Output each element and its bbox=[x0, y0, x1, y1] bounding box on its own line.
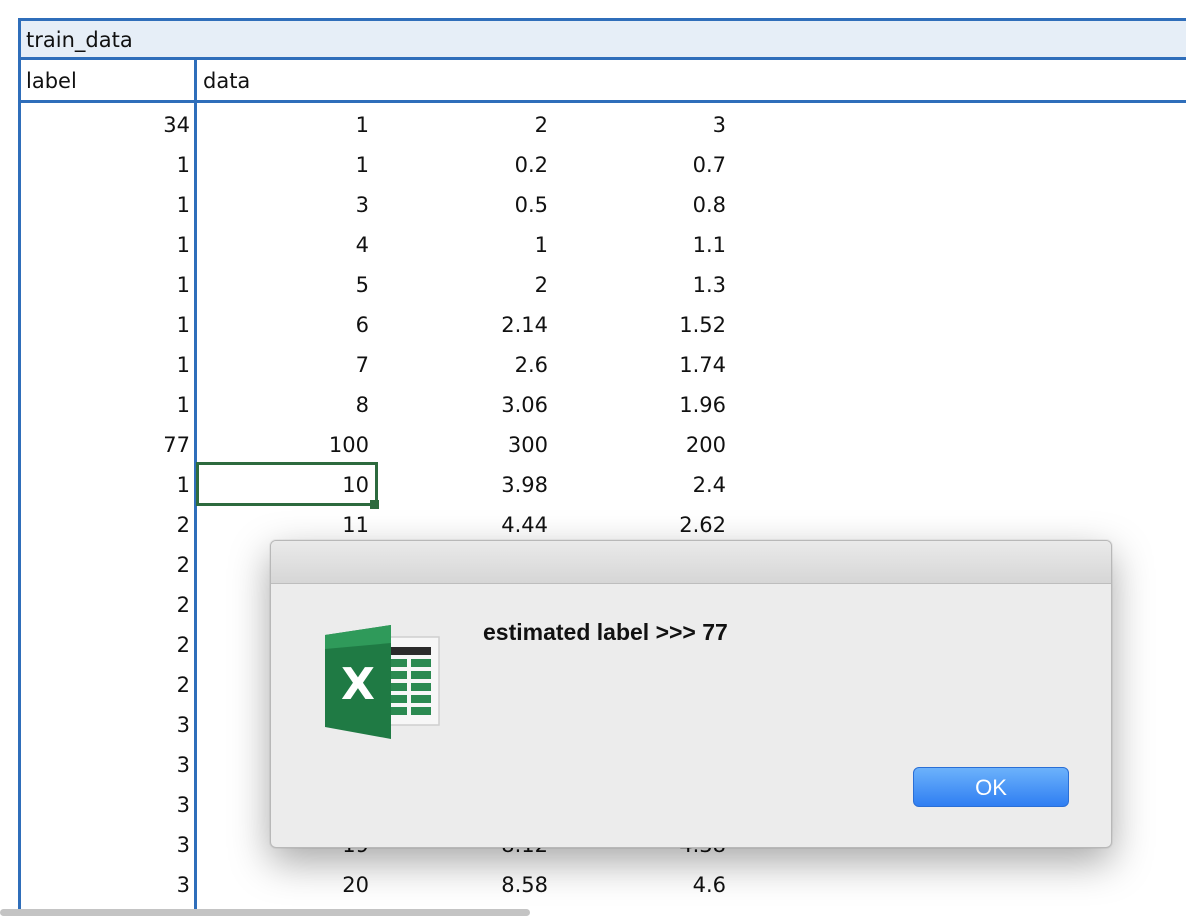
ok-button[interactable]: OK bbox=[913, 767, 1069, 807]
cell-c[interactable]: 2.4 bbox=[578, 465, 726, 505]
cell-c[interactable]: 3 bbox=[578, 105, 726, 145]
selected-cell[interactable] bbox=[196, 462, 378, 506]
cell-b[interactable]: 1 bbox=[398, 225, 548, 265]
cell-label[interactable]: 1 bbox=[18, 225, 190, 265]
cell-label[interactable]: 3 bbox=[18, 785, 190, 825]
cell-c[interactable]: 1.1 bbox=[578, 225, 726, 265]
column-header-label[interactable]: label bbox=[26, 60, 77, 102]
cell-label[interactable]: 34 bbox=[18, 105, 190, 145]
cell-b[interactable]: 0.2 bbox=[398, 145, 548, 185]
cell-b[interactable]: 8.58 bbox=[398, 865, 548, 905]
cell-c[interactable]: 0.7 bbox=[578, 145, 726, 185]
cell-label[interactable]: 1 bbox=[18, 185, 190, 225]
cell-b[interactable]: 2 bbox=[398, 105, 548, 145]
table-row: 1 8 3.06 1.96 bbox=[18, 385, 1186, 425]
cell-label[interactable]: 3 bbox=[18, 745, 190, 785]
cell-label[interactable]: 2 bbox=[18, 505, 190, 545]
cell-a[interactable]: 1 bbox=[214, 105, 369, 145]
cell-label[interactable]: 1 bbox=[18, 265, 190, 305]
cell-c[interactable]: 200 bbox=[578, 425, 726, 465]
table-row: 1 5 2 1.3 bbox=[18, 265, 1186, 305]
excel-icon: X bbox=[325, 625, 440, 739]
excel-app-icon: X bbox=[323, 623, 443, 743]
cell-a[interactable]: 5 bbox=[214, 265, 369, 305]
table-row: 1 10 3.98 2.4 bbox=[18, 465, 1186, 505]
column-header-data[interactable]: data bbox=[203, 60, 250, 102]
cell-a[interactable]: 3 bbox=[214, 185, 369, 225]
cell-c[interactable]: 1.96 bbox=[578, 385, 726, 425]
table-row: 2 11 4.44 2.62 bbox=[18, 505, 1186, 545]
cell-c[interactable]: 1.3 bbox=[578, 265, 726, 305]
fill-handle[interactable] bbox=[370, 500, 379, 509]
cell-a[interactable]: 1 bbox=[214, 145, 369, 185]
cell-label[interactable]: 1 bbox=[18, 305, 190, 345]
horizontal-scrollbar[interactable] bbox=[0, 909, 530, 916]
cell-label[interactable]: 77 bbox=[18, 425, 190, 465]
cell-label[interactable]: 1 bbox=[18, 385, 190, 425]
cell-label[interactable]: 2 bbox=[18, 585, 190, 625]
cell-c[interactable]: 1.74 bbox=[578, 345, 726, 385]
table-row: 77 100 300 200 bbox=[18, 425, 1186, 465]
table-row: 1 4 1 1.1 bbox=[18, 225, 1186, 265]
table-row: 34 1 2 3 bbox=[18, 105, 1186, 145]
table-row: 1 1 0.2 0.7 bbox=[18, 145, 1186, 185]
cell-b[interactable]: 3.06 bbox=[398, 385, 548, 425]
cell-c[interactable]: 4.6 bbox=[578, 865, 726, 905]
dialog-message: estimated label >>> 77 bbox=[483, 619, 728, 645]
alert-dialog: X estimated label >>> 77 OK bbox=[270, 540, 1112, 848]
table-row: 1 3 0.5 0.8 bbox=[18, 185, 1186, 225]
cell-a[interactable]: 8 bbox=[214, 385, 369, 425]
cell-b[interactable]: 3.98 bbox=[398, 465, 548, 505]
cell-b[interactable]: 2.14 bbox=[398, 305, 548, 345]
table-title-text: train_data bbox=[26, 28, 133, 52]
cell-label[interactable]: 3 bbox=[18, 865, 190, 905]
dialog-titlebar[interactable] bbox=[271, 541, 1111, 584]
cell-a[interactable]: 100 bbox=[214, 425, 369, 465]
cell-c[interactable]: 1.52 bbox=[578, 305, 726, 345]
cell-label[interactable]: 1 bbox=[18, 145, 190, 185]
cell-b[interactable]: 2.6 bbox=[398, 345, 548, 385]
cell-label[interactable]: 1 bbox=[18, 345, 190, 385]
cell-label[interactable]: 3 bbox=[18, 825, 190, 865]
cell-label[interactable]: 2 bbox=[18, 625, 190, 665]
cell-a[interactable]: 11 bbox=[214, 505, 369, 545]
cell-a[interactable]: 6 bbox=[214, 305, 369, 345]
table-row: 1 7 2.6 1.74 bbox=[18, 345, 1186, 385]
cell-b[interactable]: 0.5 bbox=[398, 185, 548, 225]
excel-icon-letter: X bbox=[341, 659, 375, 710]
cell-a[interactable]: 4 bbox=[214, 225, 369, 265]
table-row: 1 6 2.14 1.52 bbox=[18, 305, 1186, 345]
cell-b[interactable]: 4.44 bbox=[398, 505, 548, 545]
cell-a[interactable]: 20 bbox=[214, 865, 369, 905]
cell-label[interactable]: 2 bbox=[18, 545, 190, 585]
cell-a[interactable]: 7 bbox=[214, 345, 369, 385]
cell-c[interactable]: 2.62 bbox=[578, 505, 726, 545]
cell-b[interactable]: 2 bbox=[398, 265, 548, 305]
table-row: 3 20 8.58 4.6 bbox=[18, 865, 1186, 905]
cell-label[interactable]: 2 bbox=[18, 665, 190, 705]
table-title: train_data bbox=[18, 18, 1186, 60]
cell-label[interactable]: 1 bbox=[18, 465, 190, 505]
cell-c[interactable]: 0.8 bbox=[578, 185, 726, 225]
cell-label[interactable]: 3 bbox=[18, 705, 190, 745]
cell-b[interactable]: 300 bbox=[398, 425, 548, 465]
